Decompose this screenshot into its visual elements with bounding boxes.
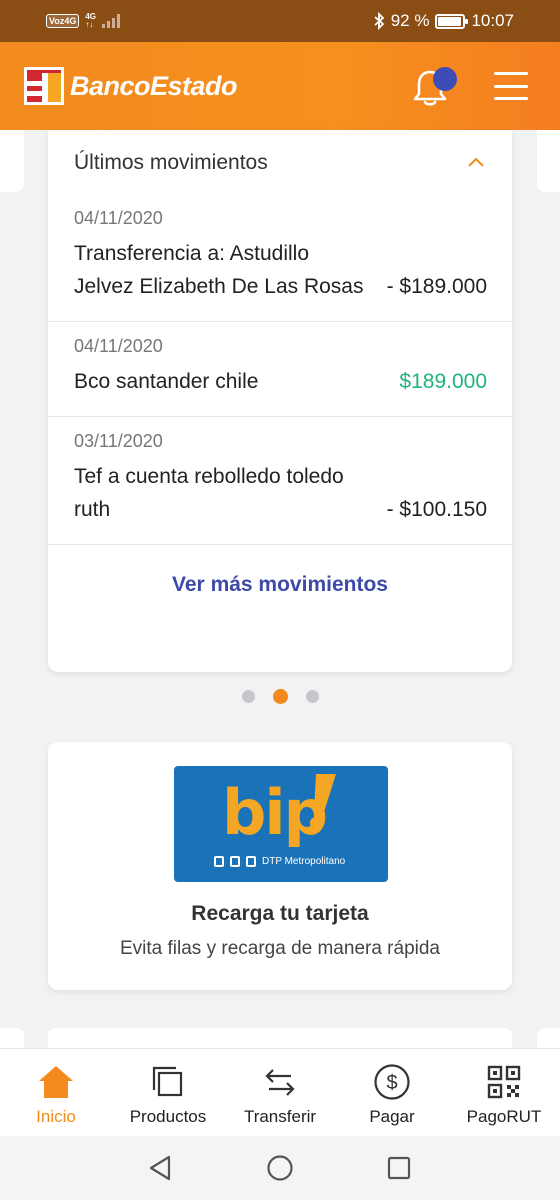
- dollar-icon: $: [374, 1064, 410, 1100]
- home-icon: [39, 1066, 73, 1098]
- system-navigation-bar: [0, 1136, 560, 1200]
- battery-icon: [435, 13, 469, 29]
- movements-header[interactable]: Últimos movimientos: [48, 130, 512, 196]
- nav-pagar[interactable]: $ Pagar: [336, 1049, 448, 1136]
- bip-title: Recarga tu tarjeta: [191, 902, 369, 925]
- bip-caption: DTP Metropolitano: [214, 856, 345, 867]
- hamburger-icon[interactable]: [494, 72, 528, 100]
- movement-date: 03/11/2020: [74, 431, 163, 451]
- svg-text:$: $: [386, 1072, 397, 1094]
- movement-item[interactable]: 03/11/2020 Tef a cuenta rebolledo toledo…: [48, 417, 512, 545]
- movement-description: Bco santander chile: [74, 370, 259, 393]
- status-left: Voz4G 4G ↑↓: [46, 12, 121, 29]
- bancoestado-logo[interactable]: [24, 67, 64, 105]
- metro-icon: [230, 856, 240, 867]
- carrier-badge: Voz4G: [46, 14, 80, 28]
- notification-badge: [433, 67, 457, 91]
- nav-pagorut[interactable]: PagoRUT: [448, 1049, 560, 1136]
- bottom-navigation: Inicio Productos Transferir $ Pagar Pago…: [0, 1048, 560, 1136]
- nav-inicio[interactable]: Inicio: [0, 1049, 112, 1136]
- nav-label: Transferir: [243, 1107, 317, 1126]
- status-right: 92 % 10:07: [373, 11, 514, 31]
- cards-icon: [152, 1066, 183, 1097]
- bip-recharge-card[interactable]: bip DTP Metropolitano Recarga tu tarjeta…: [48, 742, 512, 990]
- nav-label: PagoRUT: [466, 1107, 542, 1126]
- bip-caption-text: DTP Metropolitano: [262, 856, 346, 867]
- movement-date: 04/11/2020: [74, 208, 163, 228]
- nav-label: Pagar: [369, 1107, 415, 1126]
- clock: 10:07: [471, 11, 514, 30]
- home-circle-icon[interactable]: [266, 1154, 294, 1182]
- movement-amount: $189.000: [399, 370, 487, 393]
- notification-button[interactable]: [410, 64, 460, 110]
- carousel-dot[interactable]: [241, 690, 255, 703]
- nav-productos[interactable]: Productos: [112, 1049, 224, 1136]
- train-icon: [246, 856, 256, 867]
- carousel-next-peek: [537, 130, 560, 192]
- back-icon[interactable]: [147, 1154, 173, 1182]
- qr-code-icon: [487, 1065, 521, 1099]
- bip-exclamation-mark: [310, 774, 336, 829]
- recents-square-icon[interactable]: [386, 1155, 412, 1181]
- nav-label: Productos: [129, 1107, 207, 1126]
- carousel-indicator: [0, 689, 560, 704]
- nav-transferir[interactable]: Transferir: [224, 1049, 336, 1136]
- bluetooth-icon: [374, 12, 385, 30]
- chevron-up-icon[interactable]: [466, 153, 486, 173]
- bip-subtitle: Evita filas y recarga de manera rápida: [120, 938, 440, 959]
- signal-icon: [102, 14, 121, 28]
- bus-icon: [214, 856, 224, 867]
- movement-item[interactable]: 04/11/2020 Bco santander chile $189.000: [48, 322, 512, 417]
- nav-label: Inicio: [36, 1107, 76, 1126]
- more-movements-link[interactable]: Ver más movimientos: [48, 545, 512, 625]
- movements-card: Últimos movimientos 04/11/2020 Transfere…: [48, 130, 512, 672]
- carousel-prev-peek: [0, 130, 24, 192]
- movement-description: Transferencia a: Astudillo Jelvez Elizab…: [74, 242, 364, 298]
- battery-percent: 92 %: [390, 11, 430, 30]
- movement-item[interactable]: 04/11/2020 Transferencia a: Astudillo Je…: [48, 196, 512, 322]
- movement-amount: - $100.150: [386, 498, 487, 521]
- movement-date: 04/11/2020: [74, 336, 163, 356]
- bip-card-image: bip DTP Metropolitano: [174, 766, 388, 882]
- status-bar: Voz4G 4G ↑↓ 92 % 10:07: [0, 0, 560, 42]
- transfer-arrows-icon: [265, 1069, 295, 1096]
- movement-description: Tef a cuenta rebolledo toledo ruth: [74, 465, 344, 521]
- movement-amount: - $189.000: [386, 275, 487, 298]
- movements-title: Últimos movimientos: [74, 151, 268, 174]
- carousel-dot[interactable]: [305, 690, 319, 703]
- carousel-dot-active[interactable]: [272, 689, 288, 704]
- app-header: BancoEstado: [0, 42, 560, 130]
- network-type: 4G ↑↓: [85, 12, 97, 29]
- brand-name: BancoEstado: [70, 70, 238, 101]
